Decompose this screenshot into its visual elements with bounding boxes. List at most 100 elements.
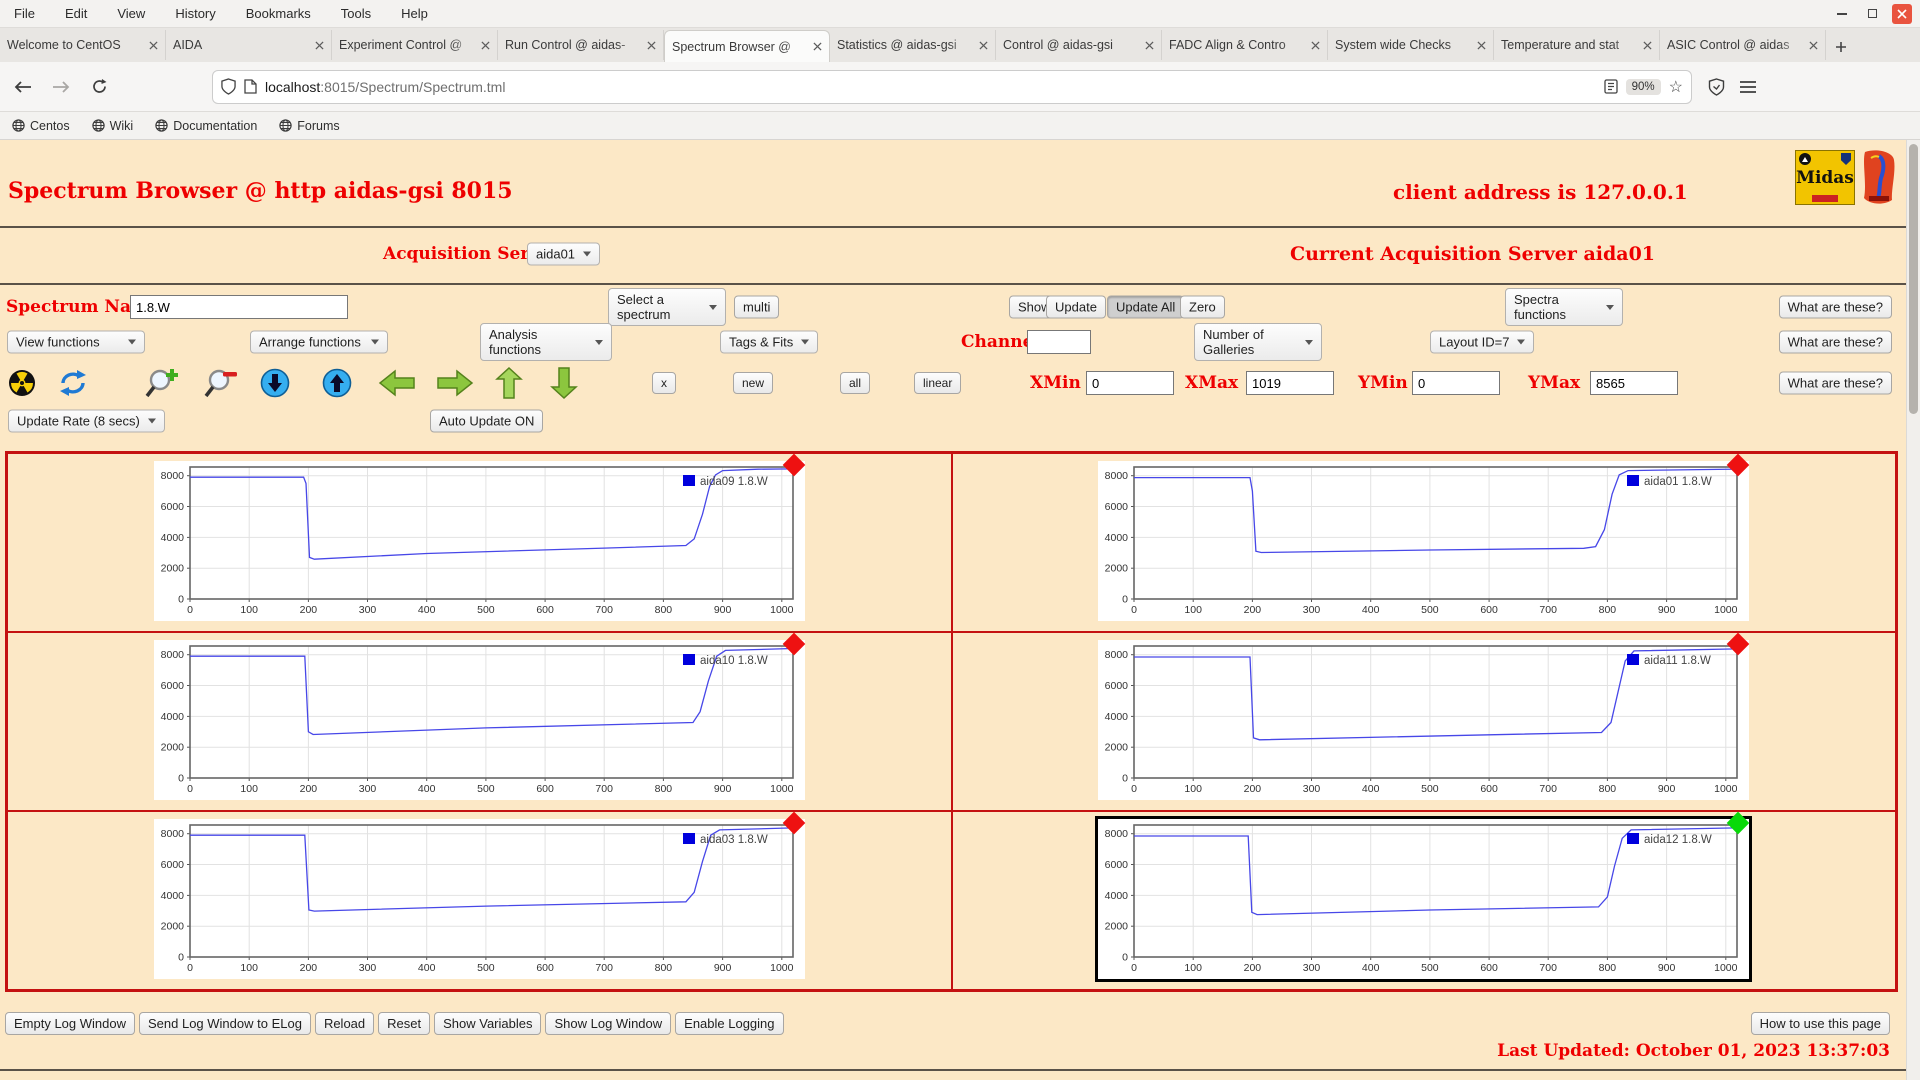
- what-are-these-button-1[interactable]: What are these?: [1778, 295, 1892, 319]
- reload-button[interactable]: [84, 72, 114, 102]
- tab-fadc-align-contro[interactable]: FADC Align & Contro: [1162, 30, 1328, 60]
- what-are-these-button-3[interactable]: What are these?: [1778, 371, 1892, 395]
- reset-button[interactable]: Reset: [378, 1012, 431, 1035]
- linear-button[interactable]: linear: [914, 372, 962, 394]
- acquisition-server-select[interactable]: aida01: [527, 242, 601, 266]
- tab-close-icon[interactable]: [149, 40, 158, 50]
- close-button[interactable]: [1892, 3, 1912, 24]
- tab-aida[interactable]: AIDA: [166, 30, 332, 60]
- tab-statistics-aidas-gsi[interactable]: Statistics @ aidas-gsi: [830, 30, 996, 60]
- spectrum-chart-aida01[interactable]: 0 100 200 300 400 500 600 700 800 900 1000 0 2000 400…: [1098, 453, 1750, 621]
- xmin-input[interactable]: [1086, 371, 1174, 395]
- menu-file[interactable]: File: [14, 6, 35, 21]
- auto-update-button[interactable]: Auto Update ON: [430, 409, 544, 433]
- zoom-out-button[interactable]: [203, 367, 239, 399]
- forward-button[interactable]: [46, 72, 76, 102]
- spectrum-chart-aida12[interactable]: 0 100 200 300 400 500 600 700 800 900 1000 0 2000 400…: [1098, 811, 1750, 979]
- show-variables-button[interactable]: Show Variables: [434, 1012, 542, 1035]
- bookmark-wiki[interactable]: Wiki: [91, 119, 133, 133]
- hamburger-menu-icon[interactable]: [1739, 80, 1757, 94]
- page-scrollbar[interactable]: [1906, 140, 1920, 1080]
- tab-run-control-aidas[interactable]: Run Control @ aidas-: [498, 30, 664, 60]
- number-of-galleries-dropdown[interactable]: Number of Galleries: [1194, 323, 1322, 361]
- back-button[interactable]: [8, 72, 38, 102]
- send-log-window-to-elog-button[interactable]: Send Log Window to ELog: [139, 1012, 311, 1035]
- bookmark-centos[interactable]: Centos: [12, 119, 70, 133]
- tab-welcome-to-centos[interactable]: Welcome to CentOS: [0, 30, 166, 60]
- url-text[interactable]: localhost:8015/Spectrum/Spectrum.tml: [265, 79, 1596, 95]
- pan-down-button[interactable]: [549, 366, 579, 400]
- tab-spectrum-browser[interactable]: Spectrum Browser @: [664, 30, 830, 62]
- x-button[interactable]: x: [652, 372, 676, 394]
- all-button[interactable]: all: [840, 372, 871, 394]
- bookmark-star-icon[interactable]: ☆: [1669, 77, 1683, 97]
- reload-button[interactable]: Reload: [314, 1012, 375, 1035]
- scroll-down-button[interactable]: [260, 368, 290, 398]
- spectrum-chart-aida10[interactable]: 0 100 200 300 400 500 600 700 800 900 1000 0 2000 400…: [153, 632, 806, 800]
- tab-temperature-and-stat[interactable]: Temperature and stat: [1494, 30, 1660, 60]
- layout-id-dropdown[interactable]: Layout ID=7: [1430, 330, 1535, 354]
- ymin-input[interactable]: [1412, 371, 1500, 395]
- how-to-use-button[interactable]: How to use this page: [1750, 1012, 1890, 1035]
- view-functions-dropdown[interactable]: View functions: [7, 330, 145, 354]
- url-bar[interactable]: localhost:8015/Spectrum/Spectrum.tml 90%…: [212, 69, 1692, 104]
- update-rate-dropdown[interactable]: Update Rate (8 secs): [8, 409, 165, 433]
- channel-input[interactable]: [1027, 330, 1091, 354]
- tab-close-icon[interactable]: [813, 42, 822, 51]
- enable-logging-button[interactable]: Enable Logging: [675, 1012, 784, 1035]
- pan-right-button[interactable]: [436, 368, 474, 398]
- spectra-functions-dropdown[interactable]: Spectra functions: [1505, 288, 1623, 326]
- multi-button[interactable]: multi: [734, 295, 780, 319]
- menu-help[interactable]: Help: [401, 6, 428, 21]
- tab-close-icon[interactable]: [315, 40, 324, 50]
- spectrum-name-input[interactable]: [130, 295, 348, 319]
- tab-close-icon[interactable]: [979, 40, 988, 50]
- tab-close-icon[interactable]: [647, 40, 656, 50]
- bookmark-documentation[interactable]: Documentation: [155, 119, 257, 133]
- tab-close-icon[interactable]: [1809, 40, 1818, 50]
- menu-tools[interactable]: Tools: [341, 6, 371, 21]
- xmax-input[interactable]: [1246, 371, 1334, 395]
- what-are-these-button-2[interactable]: What are these?: [1778, 330, 1892, 354]
- pan-left-button[interactable]: [378, 368, 416, 398]
- tab-experiment-control[interactable]: Experiment Control @: [332, 30, 498, 60]
- arrange-functions-dropdown[interactable]: Arrange functions: [250, 330, 388, 354]
- minimize-button[interactable]: [1832, 4, 1852, 24]
- tab-asic-control-aidas[interactable]: ASIC Control @ aidas: [1660, 30, 1826, 60]
- new-tab-button[interactable]: [1826, 32, 1856, 62]
- protections-shield-icon[interactable]: [1708, 77, 1725, 96]
- zoom-level-badge[interactable]: 90%: [1625, 78, 1661, 95]
- empty-log-window-button[interactable]: Empty Log Window: [5, 1012, 135, 1035]
- tab-close-icon[interactable]: [1311, 40, 1320, 50]
- maximize-button[interactable]: [1862, 4, 1882, 24]
- radiation-button[interactable]: [8, 369, 36, 397]
- update-all-button[interactable]: Update All: [1107, 295, 1185, 319]
- analysis-functions-dropdown[interactable]: Analysis functions: [480, 323, 612, 361]
- menu-bookmarks[interactable]: Bookmarks: [246, 6, 311, 21]
- menu-history[interactable]: History: [175, 6, 215, 21]
- menu-edit[interactable]: Edit: [65, 6, 87, 21]
- scroll-up-button[interactable]: [322, 368, 352, 398]
- spectrum-chart-aida11[interactable]: 0 100 200 300 400 500 600 700 800 900 1000 0 2000 400…: [1098, 632, 1750, 800]
- select-a-spectrum-dropdown[interactable]: Select a spectrum: [608, 288, 726, 326]
- new-button[interactable]: new: [733, 372, 774, 394]
- scrollbar-thumb[interactable]: [1909, 144, 1918, 414]
- refresh-button[interactable]: [58, 369, 88, 397]
- ymax-input[interactable]: [1590, 371, 1678, 395]
- zoom-in-button[interactable]: [144, 367, 180, 399]
- update-button[interactable]: Update: [1046, 295, 1106, 319]
- bookmark-forums[interactable]: Forums: [279, 119, 340, 133]
- tab-close-icon[interactable]: [1643, 40, 1652, 50]
- reader-mode-icon[interactable]: [1603, 79, 1618, 94]
- spectrum-chart-aida03[interactable]: 0 100 200 300 400 500 600 700 800 900 1000 0 2000 400…: [153, 811, 806, 979]
- tab-close-icon[interactable]: [1477, 40, 1486, 50]
- tab-close-icon[interactable]: [481, 40, 490, 50]
- tab-system-wide-checks[interactable]: System wide Checks: [1328, 30, 1494, 60]
- pan-up-button[interactable]: [494, 366, 524, 400]
- menu-view[interactable]: View: [117, 6, 145, 21]
- tags-fits-dropdown[interactable]: Tags & Fits: [720, 330, 819, 354]
- spectrum-chart-aida09[interactable]: 0 100 200 300 400 500 600 700 800 900 1000 0 2000 400…: [153, 453, 806, 621]
- tab-control-aidas-gsi[interactable]: Control @ aidas-gsi: [996, 30, 1162, 60]
- tab-close-icon[interactable]: [1145, 40, 1154, 50]
- zero-button[interactable]: Zero: [1180, 295, 1225, 319]
